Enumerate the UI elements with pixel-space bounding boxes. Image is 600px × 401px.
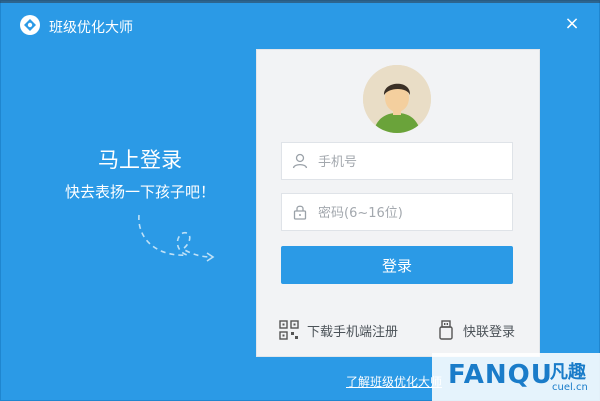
watermark-text: FANQU [448, 360, 553, 390]
phone-input[interactable] [316, 143, 510, 181]
close-button[interactable]: × [563, 15, 581, 33]
learn-more-link[interactable]: 了解班级优化大师 [346, 373, 442, 390]
lock-icon [293, 205, 307, 220]
window-title: 班级优化大师 [49, 20, 133, 36]
avatar [363, 65, 431, 133]
promo-subtitle: 快去表扬一下孩子吧！ [64, 183, 215, 201]
promo-title: 马上登录 [98, 148, 182, 172]
qr-code-icon [279, 320, 299, 340]
password-field[interactable] [281, 193, 513, 232]
login-window: 班级优化大师 × 马上登录 快去表扬一下孩子吧！ 手机号 登录 下载手机端注册 … [0, 0, 600, 401]
watermark-cn: 凡趣 [550, 362, 586, 383]
login-panel: 登录 下载手机端注册 快联登录 [256, 49, 540, 357]
register-link[interactable]: 下载手机端注册 [279, 320, 398, 340]
password-input[interactable] [316, 194, 510, 232]
top-frame-edge [0, 0, 600, 3]
dashed-arrow-icon [138, 214, 215, 262]
usb-key-icon [439, 320, 453, 340]
quick-login-label: 快联登录 [463, 324, 516, 340]
app-logo-icon [20, 15, 40, 35]
title-bar[interactable]: 班级优化大师 × [1, 7, 599, 37]
login-button[interactable]: 登录 [281, 246, 513, 284]
user-icon [292, 153, 308, 169]
watermark-domain: cuel.cn [552, 382, 588, 393]
register-link-label: 下载手机端注册 [307, 324, 399, 340]
quick-login-link[interactable]: 快联登录 [437, 320, 515, 340]
phone-field[interactable] [281, 142, 513, 181]
